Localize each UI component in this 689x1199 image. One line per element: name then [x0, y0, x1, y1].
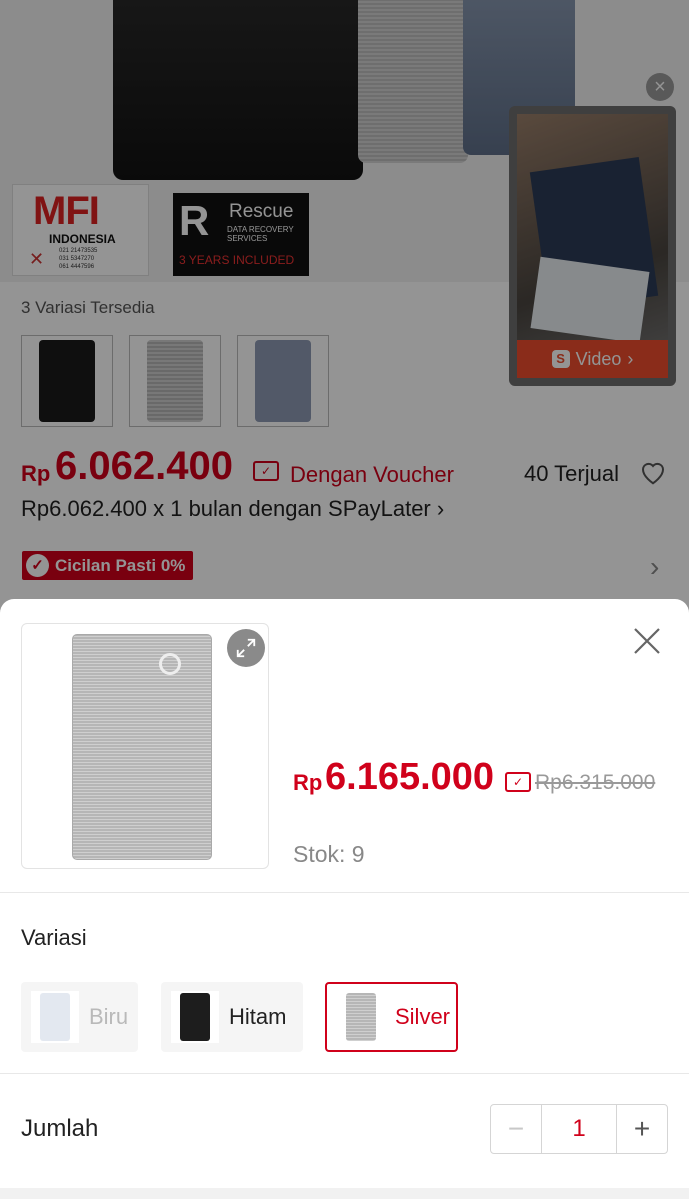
option-silver[interactable]: Silver [325, 982, 458, 1052]
original-price: Rp6.315.000 [535, 771, 656, 794]
option-hitam[interactable]: Hitam [161, 982, 303, 1052]
option-label: Hitam [229, 1004, 287, 1029]
quantity-label: Jumlah [21, 1115, 99, 1142]
selected-product-image[interactable] [21, 623, 269, 869]
divider [0, 892, 689, 893]
quantity-stepper: − 1 + [490, 1104, 668, 1154]
seagate-logo-icon [159, 653, 181, 675]
option-thumb [171, 991, 219, 1043]
plus-icon[interactable]: + [617, 1105, 667, 1153]
expand-icon[interactable] [227, 629, 265, 667]
minus-icon[interactable]: − [491, 1105, 541, 1153]
option-thumb [31, 991, 79, 1043]
sheet-price: 6.165.000 [325, 756, 495, 798]
variation-title: Variasi [21, 925, 87, 950]
option-thumb [337, 991, 385, 1043]
close-icon[interactable] [627, 621, 667, 661]
variant-selection-sheet: Rp 6.165.000 ✓ Rp6.315.000 Stok: 9 Varia… [0, 599, 689, 1199]
divider [0, 1073, 689, 1074]
sheet-price-currency: Rp [293, 770, 323, 795]
option-label: Silver [395, 1004, 451, 1029]
option-label: Biru [89, 1004, 129, 1029]
voucher-icon: ✓ [505, 772, 531, 792]
stock-label: Stok: 9 [293, 841, 365, 867]
silver-drive-image [72, 634, 212, 860]
quantity-value[interactable]: 1 [541, 1105, 617, 1153]
option-biru: Biru [21, 982, 138, 1052]
bottom-strip [0, 1188, 689, 1199]
